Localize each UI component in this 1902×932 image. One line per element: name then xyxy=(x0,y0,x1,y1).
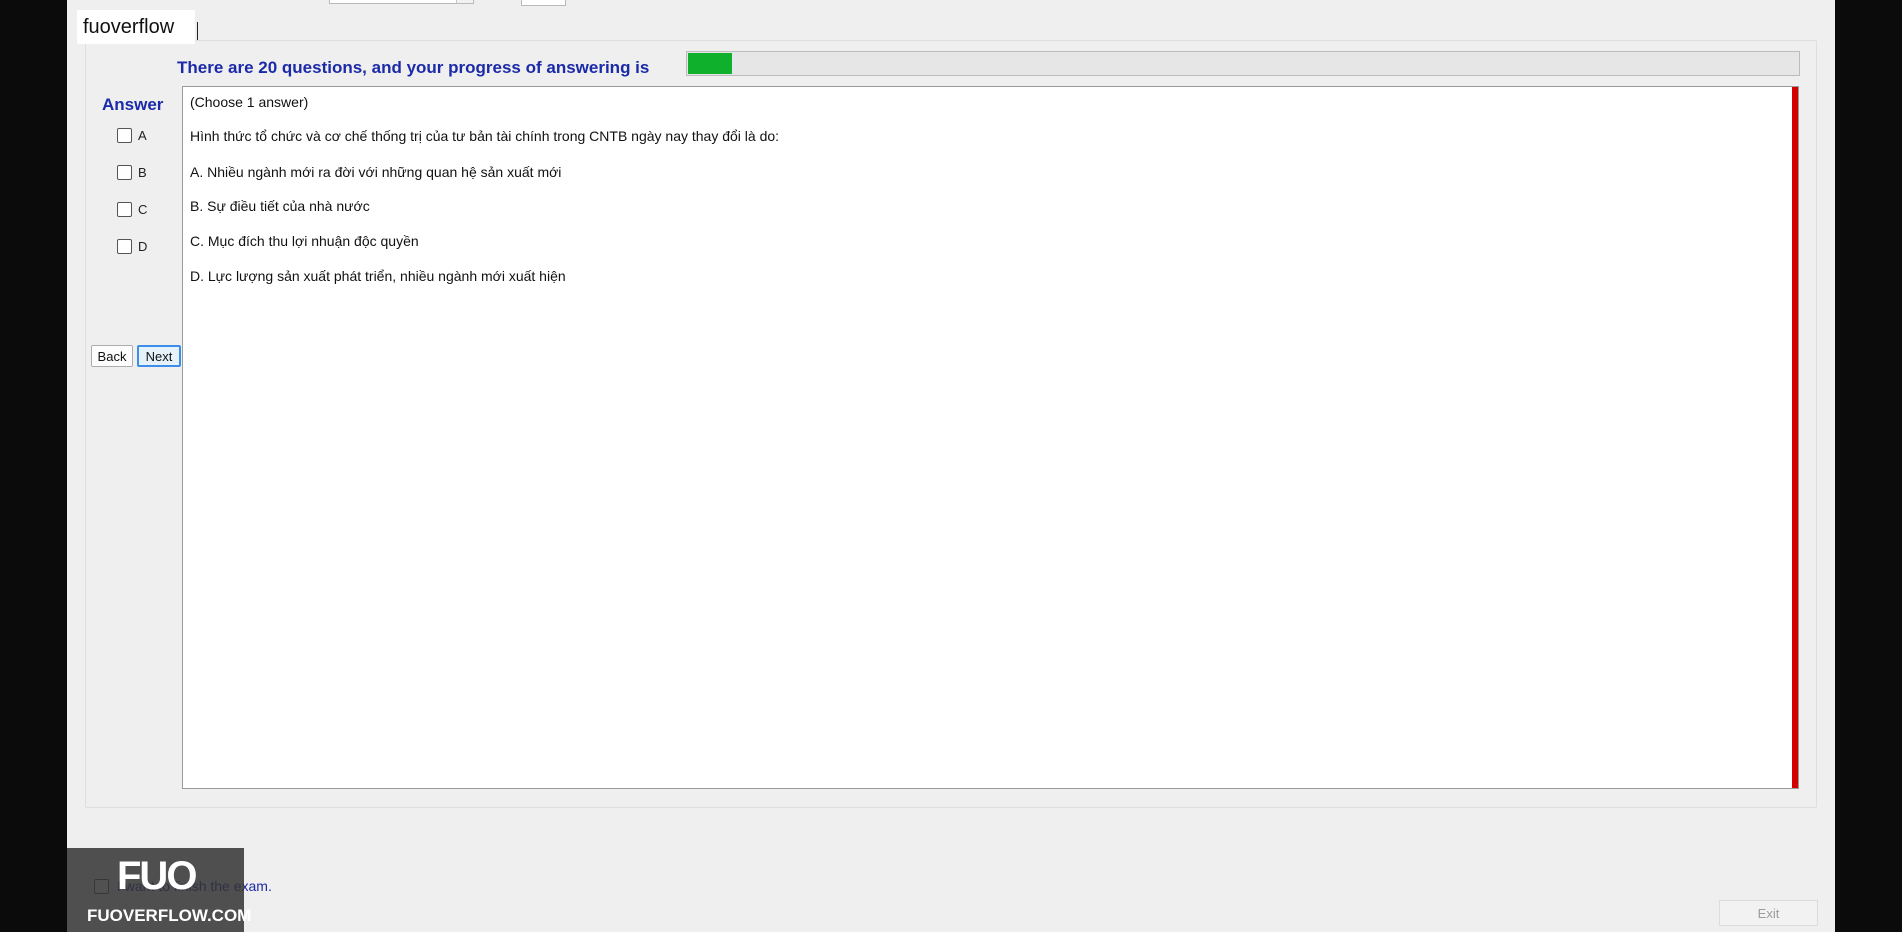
logo-mark: FUO xyxy=(117,854,197,898)
answer-option-label: B xyxy=(138,164,147,180)
choice-text-d: D. Lực lượng sản xuất phát triển, nhiều … xyxy=(190,268,566,284)
answer-option-b[interactable]: B xyxy=(117,163,147,181)
answer-checkbox[interactable] xyxy=(117,238,132,254)
answer-heading: Answer xyxy=(102,95,164,114)
next-button[interactable]: Next xyxy=(137,345,181,367)
fuoverflow-logo: FUO FUOVERFLOW.COM xyxy=(67,848,251,932)
question-instruction: (Choose 1 answer) xyxy=(190,94,309,110)
answer-option-d[interactable]: D xyxy=(117,237,147,255)
progress-bar xyxy=(686,51,1800,76)
top-combo-box[interactable] xyxy=(329,0,474,4)
back-button[interactable]: Back xyxy=(91,345,133,367)
exit-button[interactable]: Exit xyxy=(1719,900,1818,926)
answer-option-c[interactable]: C xyxy=(117,200,147,218)
progress-bar-fill xyxy=(688,53,732,74)
answer-option-label: A xyxy=(138,127,147,143)
answer-checkbox[interactable] xyxy=(117,201,132,217)
exam-window: 000:08 There are 20 questions, and your … xyxy=(67,0,1835,932)
countdown-timer: 000:08 xyxy=(655,0,866,8)
answer-option-a[interactable]: A xyxy=(117,126,147,144)
combo-dropdown-arrow[interactable] xyxy=(456,0,473,3)
answer-option-label: D xyxy=(138,238,148,254)
scroll-indicator-bar xyxy=(1792,87,1798,788)
answer-checkbox[interactable] xyxy=(117,164,132,180)
top-small-field[interactable] xyxy=(521,0,566,6)
text-caret xyxy=(197,22,198,40)
progress-label: There are 20 questions, and your progres… xyxy=(177,58,650,77)
answer-checkbox[interactable] xyxy=(117,127,132,143)
question-content-box: (Choose 1 answer) Hình thức tổ chức và c… xyxy=(182,86,1799,789)
answer-option-label: C xyxy=(138,201,148,217)
choice-text-c: C. Mục đích thu lợi nhuận độc quyền xyxy=(190,233,419,249)
choice-text-a: A. Nhiều ngành mới ra đời với những quan… xyxy=(190,164,562,180)
question-prompt: Hình thức tổ chức và cơ chế thống trị củ… xyxy=(190,128,780,144)
logo-domain-text: FUOVERFLOW.COM xyxy=(87,906,252,925)
choice-text-b: B. Sự điều tiết của nhà nước xyxy=(190,198,370,214)
watermark-label: fuoverflow xyxy=(77,10,195,44)
